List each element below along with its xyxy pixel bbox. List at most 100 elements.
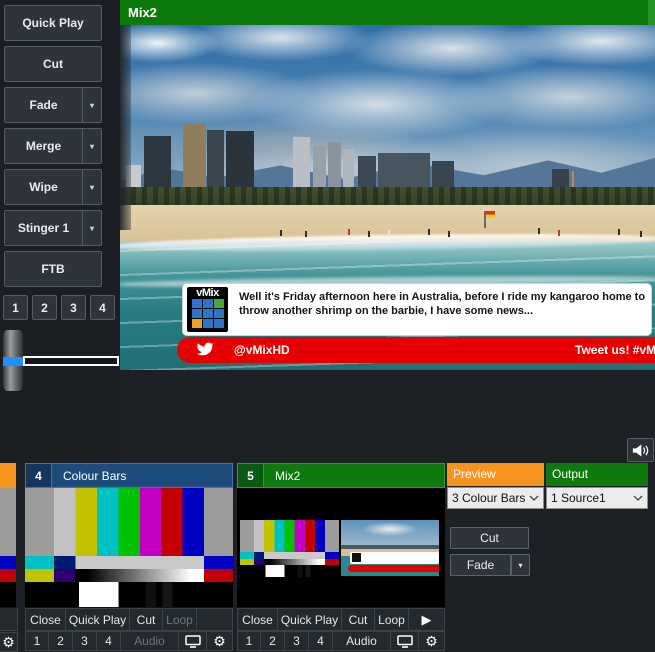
ticker-card: vMix Well it's Friday afternoon here in … xyxy=(183,284,651,335)
fade-label: Fade xyxy=(5,98,82,112)
ftb-label: FTB xyxy=(41,262,64,276)
overlay-3-button[interactable]: 3 xyxy=(61,295,86,320)
title-bar-edge xyxy=(648,0,655,25)
input-5-title: Mix2 xyxy=(264,469,300,483)
overlay-3-button[interactable]: 3 xyxy=(73,631,97,651)
ftb-button[interactable]: FTB xyxy=(4,251,102,287)
overlay-1-button[interactable]: 1 xyxy=(25,631,49,651)
colour-bars-row2 xyxy=(25,556,233,569)
output-select[interactable]: 1 Source1 xyxy=(546,487,648,509)
close-button[interactable]: Close xyxy=(25,608,66,631)
input-4-overlay-row: 1 2 3 4 Audio ⚙ xyxy=(25,631,233,651)
input-5-controls: Close Quick Play Cut Loop ▶ xyxy=(237,607,445,631)
preview-select[interactable]: 3 Colour Bars xyxy=(447,487,544,509)
input-5-header[interactable]: 5 Mix2 xyxy=(237,463,445,488)
input-5-thumbnail[interactable] xyxy=(237,488,445,607)
program-title-bar: Mix2 xyxy=(120,0,655,25)
preview-select-value: 3 Colour Bars xyxy=(452,491,525,505)
quick-play-label: Quick Play xyxy=(22,16,83,30)
image-edge-shadow xyxy=(120,25,131,230)
overlay-2-button[interactable]: 2 xyxy=(261,631,285,651)
input-4-number: 4 xyxy=(26,464,52,487)
audio-button[interactable]: Audio xyxy=(121,631,179,651)
wipe-label: Wipe xyxy=(5,180,82,194)
overlay-1-button[interactable]: 1 xyxy=(237,631,261,651)
overlay-2-button[interactable]: 2 xyxy=(32,295,57,320)
overlay-1-button[interactable]: 1 xyxy=(3,295,28,320)
colour-bars-row3 xyxy=(25,569,233,582)
input-4: 4 Colour Bars Close Quick Play Cut Loop … xyxy=(25,463,233,652)
cut-button[interactable]: Cut xyxy=(130,608,163,631)
tbar-fader-handle[interactable] xyxy=(3,330,23,391)
stinger-label: Stinger 1 xyxy=(5,221,82,235)
gear-icon: ⚙ xyxy=(213,634,226,648)
loop-button[interactable]: Loop xyxy=(375,608,409,631)
ticker-red-bar: @vMixHD Tweet us! #vMixHD xyxy=(177,337,655,363)
mix-preview-pane xyxy=(240,520,339,577)
chevron-down-icon xyxy=(529,495,539,501)
vmix-logo: vMix xyxy=(187,287,228,332)
play-button[interactable]: ▶ xyxy=(409,608,445,631)
fade-button[interactable]: Fade ▾ xyxy=(4,87,102,123)
wipe-button[interactable]: Wipe ▾ xyxy=(4,169,102,205)
cut-label: Cut xyxy=(43,57,63,71)
output-select-value: 1 Source1 xyxy=(551,491,606,505)
monitor-icon xyxy=(185,635,201,648)
mix-output-pane xyxy=(341,520,439,576)
tbar-track xyxy=(23,356,119,366)
mixer-fade-button[interactable]: Fade xyxy=(450,554,511,576)
program-monitor: vMix Well it's Friday afternoon here in … xyxy=(120,25,655,370)
chevron-down-icon[interactable]: ▾ xyxy=(82,129,101,163)
overlay-4-button[interactable]: 4 xyxy=(309,631,333,651)
overlay-2-button[interactable]: 2 xyxy=(49,631,73,651)
tbar-position-band xyxy=(3,357,23,366)
speaker-icon xyxy=(632,443,649,458)
chevron-down-icon[interactable]: ▾ xyxy=(82,88,101,122)
mixer-cut-button[interactable]: Cut xyxy=(450,527,529,549)
empty-cell xyxy=(197,608,233,631)
input-5-overlay-row: 1 2 3 4 Audio ⚙ xyxy=(237,631,445,651)
mixer-fade-dropdown[interactable]: ▾ xyxy=(511,554,530,576)
output-header: Output xyxy=(546,463,648,486)
overlay-3-button[interactable]: 3 xyxy=(285,631,309,651)
input-4-controls: Close Quick Play Cut Loop xyxy=(25,607,233,631)
twitter-bird-icon xyxy=(195,341,214,357)
loop-button[interactable]: Loop xyxy=(163,608,197,631)
merge-label: Merge xyxy=(5,139,82,153)
settings-button[interactable]: ⚙ xyxy=(419,631,445,651)
play-icon: ▶ xyxy=(422,613,432,626)
cut-button[interactable]: Cut xyxy=(4,46,102,82)
input-3-header-partial[interactable] xyxy=(0,463,16,488)
program-title: Mix2 xyxy=(128,5,157,20)
input-4-header[interactable]: 4 Colour Bars xyxy=(25,463,233,488)
cut-button[interactable]: Cut xyxy=(342,608,375,631)
chevron-down-icon[interactable]: ▾ xyxy=(82,170,101,204)
fullscreen-button[interactable] xyxy=(391,631,419,651)
chevron-down-icon xyxy=(633,495,643,501)
input-3-settings-button[interactable]: ⚙ xyxy=(0,632,18,652)
chevron-down-icon: ▾ xyxy=(518,561,522,570)
chevron-down-icon[interactable]: ▾ xyxy=(82,211,101,245)
master-audio-button[interactable] xyxy=(627,438,654,462)
stinger-button[interactable]: Stinger 1 ▾ xyxy=(4,210,102,246)
quick-play-button[interactable]: Quick Play xyxy=(66,608,130,631)
preview-header: Preview xyxy=(447,463,544,486)
merge-button[interactable]: Merge ▾ xyxy=(4,128,102,164)
quick-play-button[interactable]: Quick Play xyxy=(278,608,342,631)
quick-play-button[interactable]: Quick Play xyxy=(4,5,102,41)
overlay-4-button[interactable]: 4 xyxy=(90,295,115,320)
colour-bars-pluge xyxy=(25,582,233,607)
fullscreen-button[interactable] xyxy=(179,631,207,651)
input-4-thumbnail[interactable] xyxy=(25,488,233,607)
settings-button[interactable]: ⚙ xyxy=(207,631,233,651)
lifeguard-flag xyxy=(486,211,495,218)
overlay-4-button[interactable]: 4 xyxy=(97,631,121,651)
close-button[interactable]: Close xyxy=(237,608,278,631)
twitter-handle: @vMixHD xyxy=(234,337,290,363)
input-3-thumbnail-partial[interactable] xyxy=(0,488,16,607)
vmix-logo-text: vMix xyxy=(187,287,228,299)
audio-button[interactable]: Audio xyxy=(333,631,391,651)
input-3-controls-partial[interactable] xyxy=(0,607,18,631)
vmix-logo-grid xyxy=(187,299,228,328)
gear-icon: ⚙ xyxy=(425,634,438,648)
